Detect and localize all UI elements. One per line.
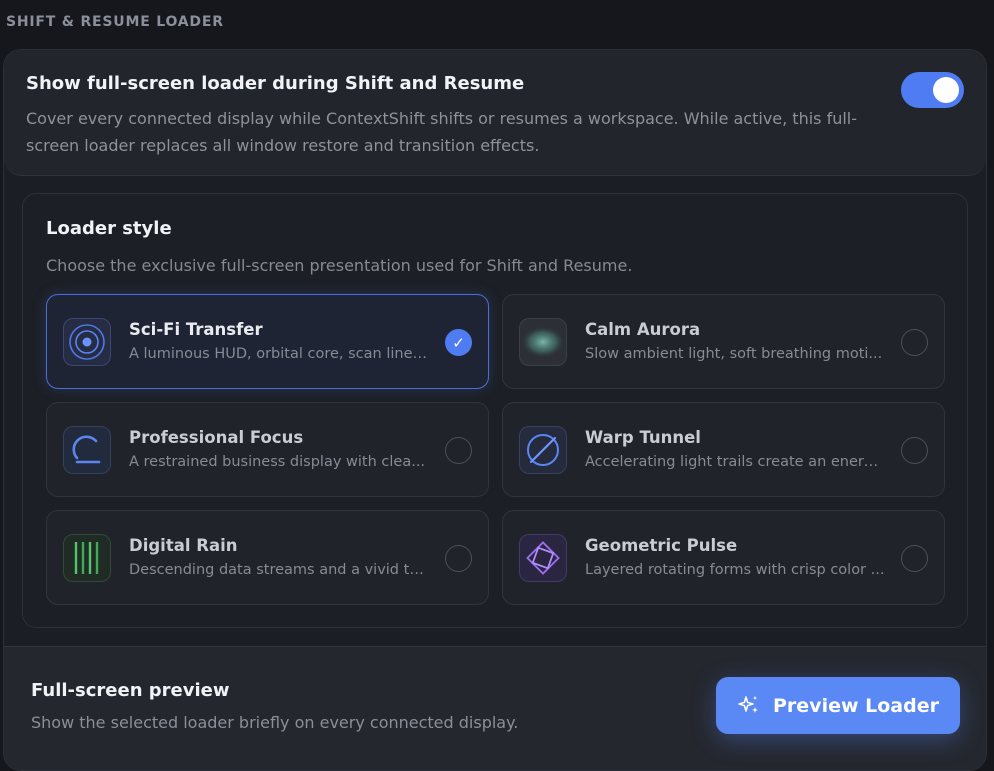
option-description: A restrained business display with clea.… xyxy=(129,454,426,470)
sparkles-icon xyxy=(737,694,761,718)
option-name: Digital Rain xyxy=(129,536,238,555)
option-name: Sci-Fi Transfer xyxy=(129,320,263,339)
loader-option-digital-rain[interactable]: Digital Rain Descending data streams and… xyxy=(46,510,489,605)
radio-button[interactable] xyxy=(901,329,928,356)
loader-option-calm-aurora[interactable]: Calm Aurora Slow ambient light, soft bre… xyxy=(502,294,945,389)
loader-option-geometric-pulse[interactable]: Geometric Pulse Layered rotating forms w… xyxy=(502,510,945,605)
option-name: Calm Aurora xyxy=(585,320,701,339)
radio-button[interactable] xyxy=(901,545,928,572)
radio-button[interactable] xyxy=(445,545,472,572)
section-title: SHIFT & RESUME LOADER xyxy=(6,14,224,30)
option-name: Warp Tunnel xyxy=(585,428,701,447)
loader-style-title: Loader style xyxy=(46,218,172,239)
geometric-pulse-icon xyxy=(519,534,567,582)
option-description: Descending data streams and a vivid te..… xyxy=(129,562,429,578)
option-description: Accelerating light trails create an ener… xyxy=(585,454,885,470)
fullscreen-loader-toggle-card: Show full-screen loader during Shift and… xyxy=(4,50,986,176)
preview-description: Show the selected loader briefly on ever… xyxy=(31,713,519,732)
aurora-glow-icon xyxy=(519,318,567,366)
loader-settings-panel: Show full-screen loader during Shift and… xyxy=(3,49,987,771)
loader-style-subtitle: Choose the exclusive full-screen present… xyxy=(46,256,633,275)
option-name: Geometric Pulse xyxy=(585,536,738,555)
radio-button[interactable] xyxy=(445,437,472,464)
fullscreen-preview-bar: Full-screen preview Show the selected lo… xyxy=(4,646,986,770)
radio-button[interactable] xyxy=(901,437,928,464)
fullscreen-loader-switch[interactable] xyxy=(901,72,964,108)
switch-knob xyxy=(933,77,959,103)
digital-rain-icon xyxy=(63,534,111,582)
loader-style-card: Loader style Choose the exclusive full-s… xyxy=(22,193,968,628)
option-description: Layered rotating forms with crisp color … xyxy=(585,562,885,578)
toggle-title: Show full-screen loader during Shift and… xyxy=(26,73,525,94)
warp-tunnel-icon xyxy=(519,426,567,474)
option-name: Professional Focus xyxy=(129,428,304,447)
option-description: A luminous HUD, orbital core, scan lines… xyxy=(129,346,429,362)
preview-title: Full-screen preview xyxy=(31,680,230,701)
toggle-description: Cover every connected display while Cont… xyxy=(26,109,858,155)
focus-arc-icon xyxy=(63,426,111,474)
orbital-target-icon xyxy=(63,318,111,366)
preview-button-label: Preview Loader xyxy=(773,694,939,717)
loader-option-professional-focus[interactable]: Professional Focus A restrained business… xyxy=(46,402,489,497)
loader-option-warp-tunnel[interactable]: Warp Tunnel Accelerating light trails cr… xyxy=(502,402,945,497)
option-description: Slow ambient light, soft breathing moti.… xyxy=(585,346,883,362)
preview-loader-button[interactable]: Preview Loader xyxy=(716,677,960,734)
check-icon[interactable]: ✓ xyxy=(445,329,472,356)
loader-option-sci-fi-transfer[interactable]: Sci-Fi Transfer A luminous HUD, orbital … xyxy=(46,294,489,389)
